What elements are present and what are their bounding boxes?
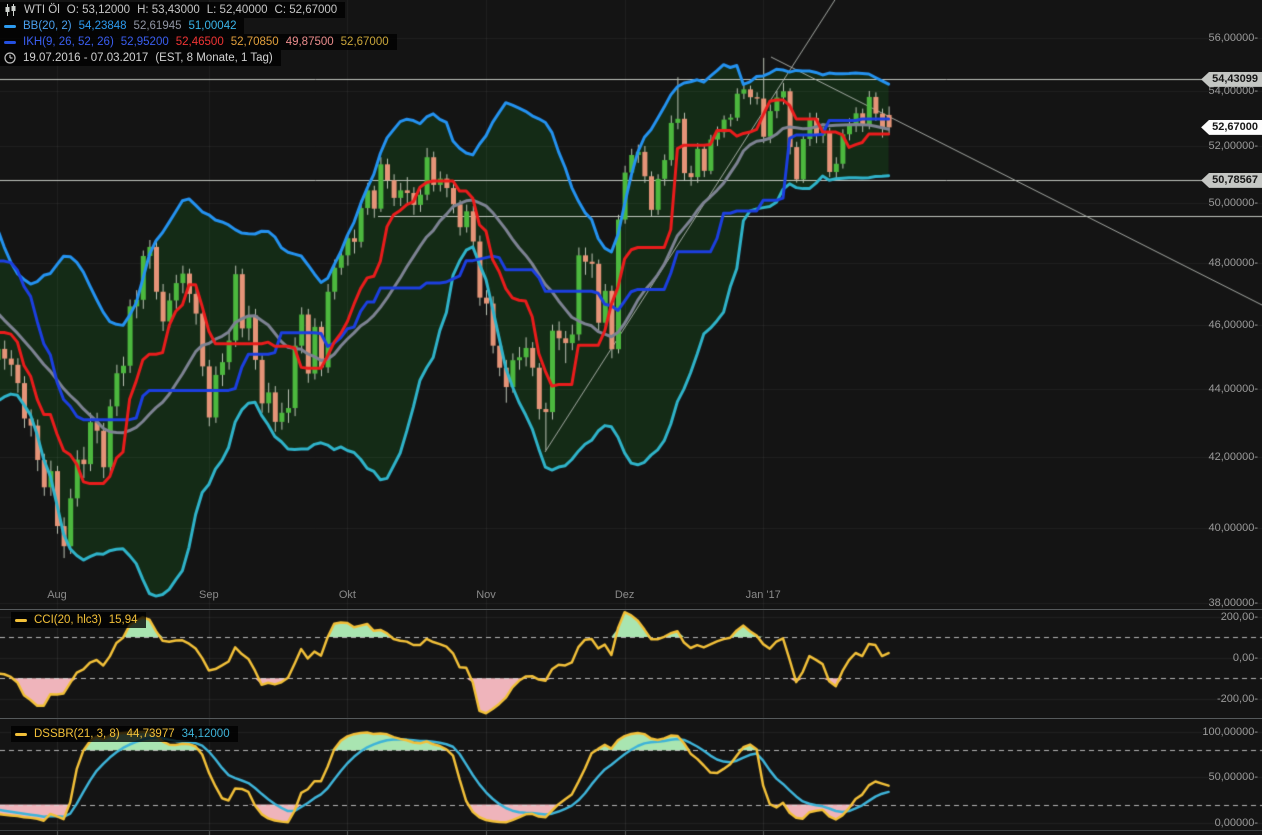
cci-axis-label: 200,00- xyxy=(1221,611,1258,623)
month-axis-label: Nov xyxy=(476,589,496,601)
cci-axis-label: -200,00- xyxy=(1217,693,1258,705)
price-tag-support[interactable]: 50,78567 xyxy=(1201,173,1262,188)
panel-separator-cci-dssbr[interactable] xyxy=(0,718,1262,719)
legend-ikh-row[interactable]: IKH(9, 26, 52, 26) 52,95200 52,46500 52,… xyxy=(0,34,397,50)
cci-value: 15,94 xyxy=(109,613,138,627)
bb-upper-value: 54,23848 xyxy=(79,19,127,33)
legend-dssbr-row[interactable]: DSSBR(21, 3, 8) 44,73977 34,12000 xyxy=(11,726,238,742)
month-axis-label: Sep xyxy=(199,589,219,601)
date-range: 19.07.2016 - 07.03.2017 xyxy=(23,51,148,65)
ohlc-high: H: 53,43000 xyxy=(137,3,200,17)
price-axis-label: 44,00000- xyxy=(1208,383,1258,395)
legend-symbol-row[interactable]: WTI Öl O: 53,12000 H: 53,43000 L: 52,400… xyxy=(0,2,345,18)
month-axis-label: Okt xyxy=(339,589,356,601)
ikh-dash-icon xyxy=(4,41,16,44)
bb-lower-value: 51,00042 xyxy=(189,19,237,33)
ikh-senkou-a-value: 52,70850 xyxy=(231,35,279,49)
ohlc-open: O: 53,12000 xyxy=(67,3,130,17)
ikh-senkou-b-value: 49,87500 xyxy=(286,35,334,49)
dssbr-value: 44,73977 xyxy=(127,727,175,741)
dssbr-name: DSSBR(21, 3, 8) xyxy=(34,727,120,741)
dssbr-signal-value: 34,12000 xyxy=(182,727,230,741)
dssbr-dash-icon xyxy=(15,733,27,736)
timeframe-info: (EST, 8 Monate, 1 Tag) xyxy=(155,51,272,65)
ohlc-low: L: 52,40000 xyxy=(207,3,268,17)
dss-axis-label: 50,00000- xyxy=(1208,771,1258,783)
bottom-time-axis xyxy=(0,830,1262,831)
bb-dash-icon xyxy=(4,25,16,28)
bb-middle-value: 52,61945 xyxy=(134,19,182,33)
cci-axis-label: 0,00- xyxy=(1233,652,1258,664)
ikh-tenkan-value: 52,46500 xyxy=(176,35,224,49)
ikh-kijun-value: 52,95200 xyxy=(121,35,169,49)
chart-canvas[interactable] xyxy=(0,0,1262,835)
price-axis-label: 40,00000- xyxy=(1208,522,1258,534)
bb-name: BB(20, 2) xyxy=(23,19,72,33)
month-axis-label: Jan '17 xyxy=(746,589,781,601)
price-tag-last-price[interactable]: 52,67000 xyxy=(1201,120,1262,135)
price-axis-label: 56,00000- xyxy=(1208,32,1258,44)
ohlc-close: C: 52,67000 xyxy=(275,3,338,17)
dss-axis-label: 100,00000- xyxy=(1202,726,1258,738)
price-axis-label: 48,00000- xyxy=(1208,257,1258,269)
cci-dash-icon xyxy=(15,619,27,622)
legend-bb-row[interactable]: BB(20, 2) 54,23848 52,61945 51,00042 xyxy=(0,18,244,34)
panel-separator-main-cci[interactable] xyxy=(0,609,1262,610)
price-tag-resistance[interactable]: 54,43099 xyxy=(1201,72,1262,87)
legend-date-row[interactable]: 19.07.2016 - 07.03.2017 (EST, 8 Monate, … xyxy=(0,50,281,66)
candlestick-icon xyxy=(4,4,17,16)
price-axis-label: 52,00000- xyxy=(1208,140,1258,152)
legend-cci-row[interactable]: CCI(20, hlc3) 15,94 xyxy=(11,612,146,628)
symbol-name: WTI Öl xyxy=(24,3,60,17)
price-axis-label: 42,00000- xyxy=(1208,451,1258,463)
chart-window: WTI Öl O: 53,12000 H: 53,43000 L: 52,400… xyxy=(0,0,1262,835)
ikh-chikou-value: 52,67000 xyxy=(341,35,389,49)
month-axis-label: Dez xyxy=(615,589,635,601)
price-axis-label: 46,00000- xyxy=(1208,319,1258,331)
clock-icon xyxy=(4,52,16,64)
cci-name: CCI(20, hlc3) xyxy=(34,613,102,627)
ikh-name: IKH(9, 26, 52, 26) xyxy=(23,35,114,49)
dss-axis-label: 0,00000- xyxy=(1215,817,1258,829)
price-axis-label: 38,00000- xyxy=(1208,597,1258,609)
price-axis-label: 50,00000- xyxy=(1208,197,1258,209)
month-axis-label: Aug xyxy=(47,589,67,601)
